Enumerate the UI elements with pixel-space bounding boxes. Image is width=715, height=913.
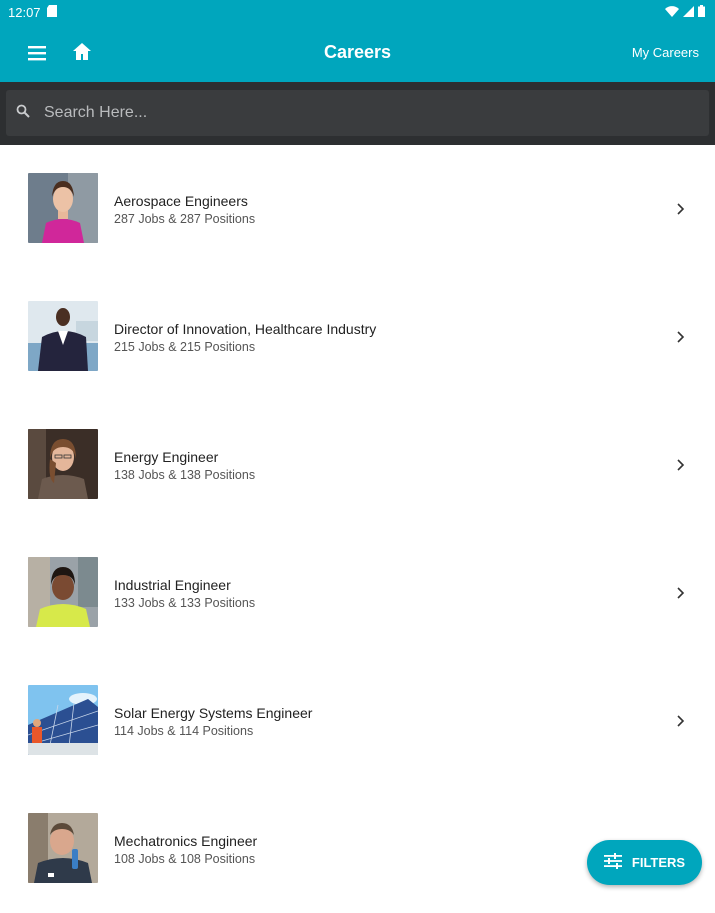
career-title: Director of Innovation, Healthcare Indus… <box>114 321 377 337</box>
chevron-right-icon <box>677 587 685 599</box>
career-photo <box>28 557 98 627</box>
career-list: Aerospace Engineers 287 Jobs & 287 Posit… <box>0 145 715 913</box>
signal-icon <box>683 5 694 20</box>
chevron-right-icon <box>677 331 685 343</box>
career-subtitle: 133 Jobs & 133 Positions <box>114 596 256 610</box>
home-icon[interactable] <box>71 41 93 63</box>
search-box[interactable] <box>6 90 709 136</box>
search-icon <box>16 104 30 123</box>
career-item-industrial-engineer[interactable]: Industrial Engineer 133 Jobs & 133 Posit… <box>0 529 715 657</box>
career-item-energy-engineer[interactable]: Energy Engineer 138 Jobs & 138 Positions <box>0 401 715 529</box>
career-title: Solar Energy Systems Engineer <box>114 705 313 721</box>
career-subtitle: 215 Jobs & 215 Positions <box>114 340 256 354</box>
battery-icon <box>698 4 705 20</box>
search-input[interactable] <box>44 104 709 122</box>
page-title: Careers <box>323 42 392 62</box>
app-bar: Careers My Careers <box>0 24 715 82</box>
career-title: Industrial Engineer <box>114 577 231 593</box>
career-photo <box>28 429 98 499</box>
chevron-right-icon <box>677 715 685 727</box>
career-photo <box>28 813 98 883</box>
search-bar <box>0 82 715 145</box>
career-subtitle: 287 Jobs & 287 Positions <box>114 212 256 226</box>
career-item-aerospace-engineers[interactable]: Aerospace Engineers 287 Jobs & 287 Posit… <box>0 145 715 273</box>
chevron-right-icon <box>677 203 685 215</box>
career-title: Energy Engineer <box>114 449 219 465</box>
status-bar: 12:07 <box>0 0 715 24</box>
career-item-solar-energy-systems-engineer[interactable]: Solar Energy Systems Engineer 114 Jobs &… <box>0 657 715 785</box>
career-photo <box>28 685 98 755</box>
career-title: Aerospace Engineers <box>114 193 248 209</box>
career-photo <box>28 173 98 243</box>
sd-card-icon <box>46 4 57 20</box>
status-time: 12:07 <box>8 4 41 20</box>
career-title: Mechatronics Engineer <box>114 833 258 849</box>
career-subtitle: 138 Jobs & 138 Positions <box>114 468 256 482</box>
career-subtitle: 114 Jobs & 114 Positions <box>114 724 254 738</box>
career-item-director-of-innovation[interactable]: Director of Innovation, Healthcare Indus… <box>0 273 715 401</box>
career-photo <box>28 301 98 371</box>
wifi-icon <box>665 5 679 20</box>
menu-icon[interactable] <box>26 42 48 64</box>
career-subtitle: 108 Jobs & 108 Positions <box>114 852 256 866</box>
filters-label: FILTERS <box>631 855 686 870</box>
filters-button[interactable]: FILTERS <box>587 840 702 885</box>
tune-icon <box>603 853 622 872</box>
chevron-right-icon <box>677 459 685 471</box>
my-careers-button[interactable]: My Careers <box>632 45 699 60</box>
